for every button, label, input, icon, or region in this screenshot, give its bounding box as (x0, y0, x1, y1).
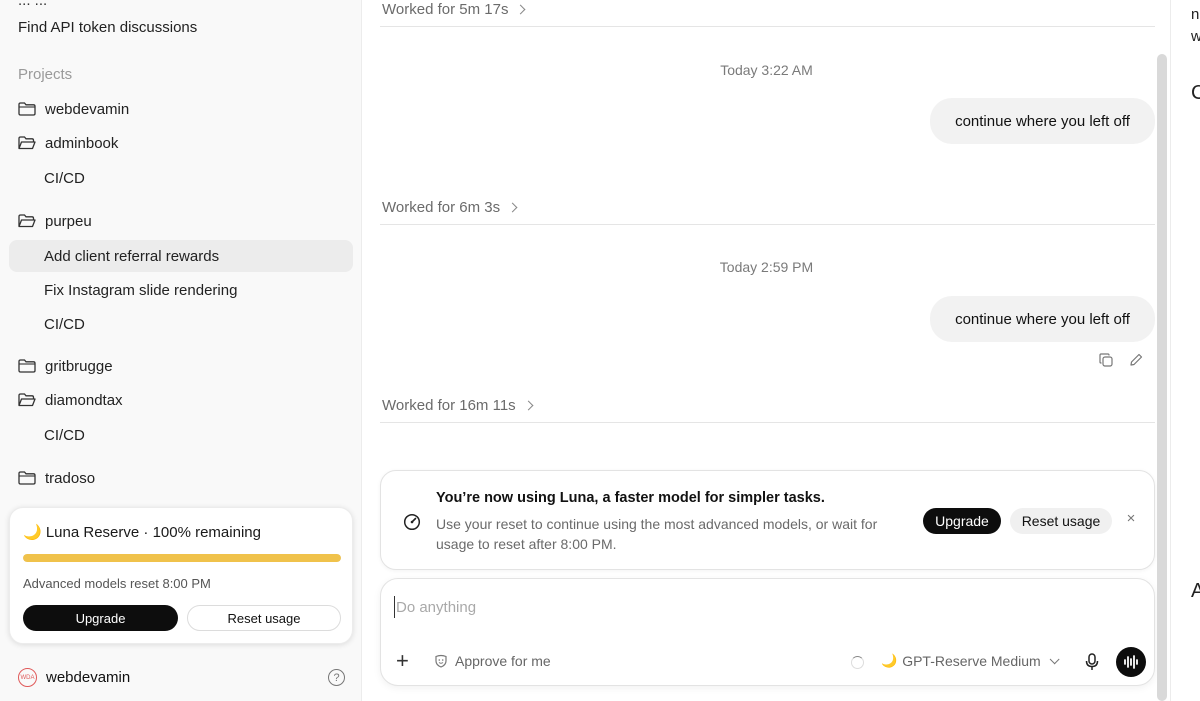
thread-item[interactable]: CI/CD (9, 308, 353, 340)
model-selector[interactable]: 🌙 GPT-Reserve Medium (881, 653, 1060, 669)
moon-icon: 🌙 (881, 653, 898, 668)
project-label: diamondtax (45, 391, 123, 409)
model-switch-notice: You’re now using Luna, a faster model fo… (380, 470, 1155, 570)
project-adminbook[interactable]: adminbook (9, 127, 353, 159)
close-icon[interactable]: × (1124, 510, 1138, 527)
thread-item[interactable]: CI/CD (9, 162, 353, 194)
profile-name: webdevamin (46, 669, 131, 686)
sidebar: ... ... Find API token discussions Proje… (0, 0, 362, 701)
notice-title: You’re now using Luna, a faster model fo… (436, 490, 825, 506)
speedometer-icon (403, 513, 421, 531)
chevron-right-icon (507, 202, 518, 213)
worked-label: Worked for 5m 17s (382, 1, 509, 18)
folder-icon (18, 102, 36, 116)
notice-upgrade-button[interactable]: Upgrade (923, 508, 1001, 534)
thread-label: Fix Instagram slide rendering (44, 281, 238, 299)
divider (380, 26, 1155, 27)
loading-spinner-icon (851, 656, 864, 669)
avatar: WDA (18, 668, 37, 687)
voice-mode-button[interactable] (1116, 647, 1146, 677)
approve-face-icon (435, 654, 447, 668)
project-label: gritbrugge (45, 357, 113, 375)
thread-item[interactable]: Fix Instagram slide rendering (9, 274, 353, 306)
upgrade-button[interactable]: Upgrade (23, 605, 178, 631)
project-purpeu[interactable]: purpeu (9, 205, 353, 237)
reset-usage-button[interactable]: Reset usage (187, 605, 341, 631)
approve-label: Approve for me (455, 653, 551, 669)
thread-label: CI/CD (44, 169, 85, 187)
right-pane: n w C A (1170, 0, 1200, 701)
sidebar-item-label: Find API token discussions (18, 18, 198, 36)
folder-icon (18, 359, 36, 373)
thread-item[interactable]: CI/CD (9, 419, 353, 451)
scrollbar[interactable] (1157, 54, 1167, 701)
project-webdevamin[interactable]: webdevamin (9, 93, 353, 125)
thread-label: CI/CD (44, 315, 85, 333)
divider (380, 422, 1155, 423)
project-diamondtax[interactable]: diamondtax (9, 384, 353, 416)
project-label: adminbook (45, 134, 119, 152)
thread-label: CI/CD (44, 426, 85, 444)
chevron-down-icon (1049, 653, 1060, 664)
worked-summary[interactable]: Worked for 5m 17s (382, 1, 526, 18)
add-attachment-button[interactable]: + (396, 650, 409, 672)
usage-progress-fill (23, 554, 341, 562)
edit-pencil-icon[interactable] (1129, 353, 1143, 367)
right-pane-heading: A (1191, 580, 1200, 603)
usage-title: 🌙 Luna Reserve · 100% remaining (23, 524, 261, 541)
message-timestamp: Today 2:59 PM (719, 259, 814, 275)
prompt-input[interactable] (394, 596, 1134, 618)
project-label: purpeu (45, 212, 92, 230)
microphone-icon[interactable] (1085, 653, 1099, 671)
sidebar-clipped-item[interactable]: ... ... (18, 0, 47, 9)
folder-open-icon (18, 136, 36, 150)
worked-summary[interactable]: Worked for 6m 3s (382, 199, 518, 216)
message-timestamp: Today 3:22 AM (720, 62, 813, 78)
help-icon[interactable]: ? (328, 669, 345, 686)
thread-item-active[interactable]: Add client referral rewards (9, 240, 353, 272)
projects-heading: Projects (18, 66, 73, 83)
worked-label: Worked for 16m 11s (382, 397, 516, 414)
user-message-bubble: continue where you left off (930, 296, 1155, 342)
folder-open-icon (18, 214, 36, 228)
chevron-right-icon (516, 4, 526, 15)
profile-row[interactable]: WDA webdevamin ? (0, 660, 362, 696)
chevron-right-icon (523, 400, 534, 411)
waveform-icon (1124, 655, 1138, 669)
right-pane-heading: C (1191, 82, 1200, 105)
project-gritbrugge[interactable]: gritbrugge (9, 350, 353, 382)
thread-label: Add client referral rewards (44, 247, 220, 265)
project-label: tradoso (45, 469, 96, 487)
folder-open-icon (18, 393, 36, 407)
approve-for-me-toggle[interactable]: Approve for me (434, 653, 551, 669)
usage-progress-bar (23, 554, 341, 562)
usage-card: 🌙 Luna Reserve · 100% remaining Advanced… (9, 507, 353, 644)
folder-icon (18, 471, 36, 485)
usage-reset-text: Advanced models reset 8:00 PM (23, 576, 211, 591)
worked-summary[interactable]: Worked for 16m 11s (382, 397, 534, 414)
composer: + Approve for me 🌙 GPT-Reserve Medium (380, 578, 1155, 686)
right-pane-text: w (1191, 28, 1200, 45)
project-label: webdevamin (45, 100, 130, 118)
notice-reset-usage-button[interactable]: Reset usage (1010, 508, 1112, 534)
copy-icon[interactable] (1099, 353, 1113, 367)
chat-main: Worked for 5m 17s Today 3:22 AM continue… (363, 0, 1170, 701)
user-message-bubble: continue where you left off (930, 98, 1155, 144)
divider (380, 224, 1155, 225)
right-pane-text: n (1191, 6, 1200, 23)
sidebar-item-find-api-token[interactable]: Find API token discussions (9, 11, 353, 43)
project-tradoso[interactable]: tradoso (9, 462, 353, 494)
worked-label: Worked for 6m 3s (382, 199, 501, 216)
notice-body: Use your reset to continue using the mos… (436, 516, 878, 552)
model-label: GPT-Reserve Medium (902, 653, 1041, 669)
